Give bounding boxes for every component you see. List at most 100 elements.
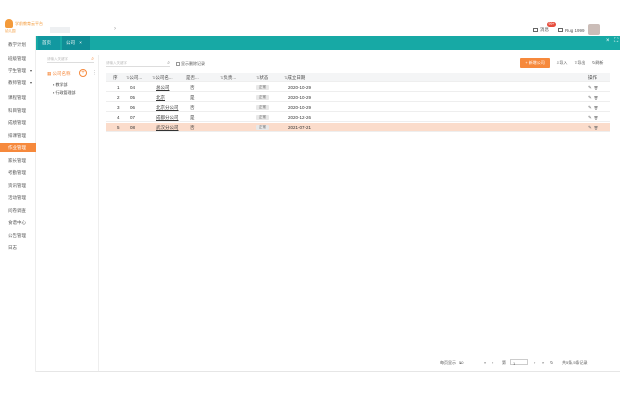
cell-code-text: 05 [130,95,136,100]
sidebar-item[interactable]: 排课管理 [0,131,36,140]
cell-name[interactable]: 武汉分公司 [156,123,179,132]
avatar[interactable] [588,24,600,35]
close-icon[interactable]: × [79,40,82,45]
tree-root[interactable]: ▦ 公司名称 [47,70,71,78]
header-type[interactable]: 是否... [186,73,199,82]
sidebar-item[interactable]: 成绩管理 [0,118,36,127]
add-node-button[interactable]: + [79,69,87,77]
per-page-label: 每页显示 [440,360,456,365]
more-icon[interactable]: ⋮ [92,70,97,76]
user-label: Rug 1999 [565,27,585,33]
header-contact-label: 负责... [223,75,237,80]
cell-type: 否 [190,83,195,92]
delete-icon[interactable]: 🗑 [594,106,600,110]
cell-index-text: 5 [117,125,120,130]
cell-name-text: 北京分公司 [156,105,179,110]
cell-name[interactable]: 总公司 [156,83,170,92]
sidebar-item[interactable]: 资讯管理 [0,181,36,190]
row-actions: ✎🗑 [588,93,600,102]
cell-index-text: 2 [117,95,120,100]
sidebar-item[interactable]: 班级管理 [0,54,36,63]
sidebar-item[interactable]: 教师管理 ▾ [0,78,36,87]
table-row[interactable]: 5 08 武汉分公司 否 正常 2021-07-21 ✎🗑 [106,123,610,132]
search-input[interactable]: 请输入关键字 ⌕ [106,60,170,67]
show-deleted-checkbox[interactable]: 显示删除记录 [176,61,205,67]
delete-icon[interactable]: 🗑 [594,86,600,90]
cell-code-text: 06 [130,105,136,110]
logo-icon [5,19,13,28]
table-row[interactable]: 4 07 成都分公司 是 正常 2020-12-26 ✎🗑 [106,113,610,122]
table-row[interactable]: 2 05 北京 是 正常 2020-10-29 ✎🗑 [106,93,610,102]
first-page-icon[interactable]: « [484,359,486,367]
tree-leaf[interactable]: ▪ 教学部 [53,81,68,88]
delete-icon[interactable]: 🗑 [594,116,600,120]
next-page-icon[interactable]: › [534,359,535,367]
tab-current[interactable]: 公司 × [62,36,90,50]
export-link[interactable]: ⇧导出 [574,60,585,66]
chevron-right-icon[interactable]: › [114,26,116,32]
refresh-label: 刷新 [595,60,604,65]
cell-name[interactable]: 成都分公司 [156,113,179,122]
sidebar-item[interactable]: 日志 [0,243,36,252]
import-link[interactable]: ⇩导入 [556,60,567,66]
folder-icon: ▦ [47,71,52,76]
sidebar-item[interactable]: 科目管理 [0,106,36,115]
tree-leaf-label: 教学部 [55,82,68,87]
header-code[interactable]: ⇅公司... [126,73,142,82]
cell-date-text: 2020-10-29 [288,95,312,100]
checkbox-box[interactable] [176,61,180,66]
cell-name[interactable]: 北京 [156,93,165,102]
cell-index-text: 4 [117,115,120,120]
header-contact[interactable]: ⇅负责... [220,73,236,82]
user-menu[interactable]: Rug 1999 [558,26,585,34]
tab-home[interactable]: 首页 [38,36,60,50]
sidebar-item[interactable]: 考勤管理 [0,168,36,177]
sidebar-item[interactable]: 作业管理 [0,143,36,152]
header-index: 序 [113,75,118,80]
sidebar-item-label: 问卷调查 [8,208,26,213]
cell-date-text: 2021-07-21 [288,125,312,130]
sidebar-item[interactable]: 学生管理 ▾ [0,66,36,75]
table-row[interactable]: 3 06 北京分公司 否 正常 2020-10-29 ✎🗑 [106,103,610,112]
add-company-button[interactable]: + 新增公司 [520,58,550,68]
tree-leaf[interactable]: ▪ 行政管理部 [53,89,76,96]
tree-search-input[interactable]: 请输入关键字 ⌕ [47,56,94,63]
cell-date: 2020-10-29 [288,103,311,112]
sidebar-item[interactable]: 食谱中心 [0,218,36,227]
header-name-label: 公司名... [155,75,173,80]
cell-name[interactable]: 北京分公司 [156,103,179,112]
sidebar-item-label: 课程管理 [8,95,26,100]
header-type-label: 是否... [186,75,199,80]
row-actions: ✎🗑 [588,123,600,132]
delete-icon[interactable]: 🗑 [594,126,600,130]
delete-icon[interactable]: 🗑 [594,96,600,100]
sidebar-item[interactable]: 公告管理 [0,231,36,240]
cell-name-text: 总公司 [156,85,170,90]
prev-page-icon[interactable]: ‹ [492,359,493,367]
messages-button[interactable]: 消息 [533,26,549,34]
header-name[interactable]: ⇅公司名... [152,73,173,82]
cell-index-text: 3 [117,105,120,110]
header-date[interactable]: ⇅成立日期 [284,73,305,82]
sidebar-item[interactable]: 教学计划 [0,40,36,49]
sidebar-item[interactable]: 问卷调查 [0,206,36,215]
tree-leaf-icon: ▪ [53,90,55,95]
chevron-down-icon: ⌄ [459,360,463,365]
table-row[interactable]: 1 04 总公司 否 正常 2020-10-29 ✎🗑 [106,83,610,92]
search-icon[interactable]: ⌕ [167,60,170,67]
refresh-page-icon[interactable]: ↻ [550,359,553,367]
sidebar-item[interactable]: 课程管理 [0,93,36,102]
cell-status: 正常 [256,123,269,132]
header-status-label: 状态 [259,75,269,80]
search-icon[interactable]: ⌕ [91,56,94,63]
sidebar-item[interactable]: 家长管理 [0,156,36,165]
last-page-icon[interactable]: » [542,359,544,367]
header-status[interactable]: ⇅状态 [256,73,268,82]
logo: 学前教育云平台 幼儿园 [3,18,47,34]
sidebar-item[interactable]: 活动管理 [0,193,36,202]
close-all-icon[interactable]: × [606,38,610,44]
fullscreen-icon[interactable]: ⛶ [614,38,618,45]
row-actions: ✎🗑 [588,83,600,92]
chevron-down-icon: ▾ [29,68,32,73]
refresh-link[interactable]: ↻刷新 [592,60,603,66]
